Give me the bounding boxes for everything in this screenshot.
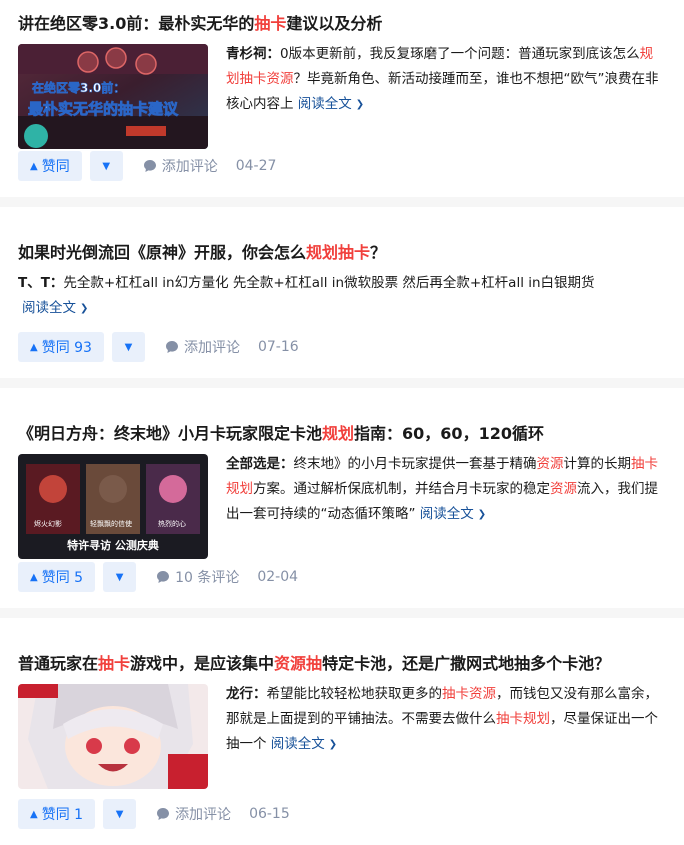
comment-button[interactable]: 添加评论 — [143, 156, 218, 176]
thumbnail-text: 热烈的心 — [158, 519, 186, 528]
thumbnail-text: 在绝区零3.0前： — [32, 80, 125, 95]
upvote-icon: ▲ — [30, 808, 38, 820]
result-thumbnail[interactable] — [18, 684, 208, 789]
downvote-icon: ▼ — [115, 808, 124, 820]
result-excerpt[interactable]: T、T：先全款+杠杠all in幻方量化 先全款+杠杠all in微软股票 然后… — [18, 271, 664, 322]
downvote-icon: ▼ — [102, 160, 111, 172]
chevron-down-icon: ❯ — [328, 739, 338, 750]
comment-icon — [165, 341, 178, 353]
downvote-icon: ▼ — [124, 341, 133, 353]
comment-button[interactable]: 添加评论 — [165, 337, 240, 357]
upvote-icon: ▲ — [30, 571, 38, 583]
upvote-button[interactable]: ▲ 赞同 1 — [18, 799, 96, 829]
read-more-link[interactable]: 阅读全文 ❯ — [22, 300, 88, 316]
thumbnail-text: 轻飘飘的信使 — [90, 519, 132, 528]
upvote-button[interactable]: ▲ 赞同 93 — [18, 332, 104, 362]
thumbnail-text: 最朴实无华的抽卡建议 — [28, 100, 179, 118]
author-name: 青杉祠： — [226, 46, 280, 62]
result-card: 讲在绝区零3.0前：最朴实无华的抽卡建议以及分析 在绝区零3.0前： 最朴实无华… — [0, 0, 684, 197]
chevron-down-icon: ❯ — [477, 509, 487, 520]
comment-icon — [157, 808, 170, 820]
thumbnail-text: 特许寻访 公测庆典 — [67, 538, 159, 552]
downvote-button[interactable]: ▼ — [89, 151, 123, 181]
author-name: T、T： — [18, 275, 64, 291]
comment-icon — [157, 571, 170, 583]
result-thumbnail[interactable]: 在绝区零3.0前： 最朴实无华的抽卡建议 — [18, 44, 208, 149]
comment-button[interactable]: 10 条评论 — [156, 567, 239, 587]
result-title[interactable]: 如果时光倒流回《原神》开服，你会怎么规划抽卡？ — [18, 241, 664, 265]
search-results-feed: 讲在绝区零3.0前：最朴实无华的抽卡建议以及分析 在绝区零3.0前： 最朴实无华… — [0, 0, 684, 845]
post-date: 07-16 — [257, 339, 299, 355]
downvote-button[interactable]: ▼ — [111, 332, 145, 362]
post-date: 02-04 — [257, 569, 299, 585]
read-more-link[interactable]: 阅读全文 ❯ — [420, 506, 486, 522]
post-date: 06-15 — [249, 806, 290, 822]
downvote-icon: ▼ — [115, 571, 124, 583]
result-excerpt[interactable]: 青杉祠：0版本更新前，我反复琢磨了一个问题：普通玩家到底该怎么规划抽卡资源？毕竟… — [226, 42, 664, 149]
post-date: 04-27 — [235, 158, 277, 174]
result-title[interactable]: 讲在绝区零3.0前：最朴实无华的抽卡建议以及分析 — [18, 12, 664, 36]
comment-icon — [143, 160, 156, 172]
author-name: 龙行： — [226, 686, 267, 702]
thumbnail-text: 烬火幻影 — [34, 519, 62, 528]
result-thumbnail[interactable]: 烬火幻影 轻飘飘的信使 热烈的心 特许寻访 公测庆典 — [18, 454, 208, 559]
read-more-link[interactable]: 阅读全文 ❯ — [298, 96, 364, 112]
upvote-button[interactable]: ▲ 赞同 — [18, 151, 82, 181]
upvote-icon: ▲ — [30, 160, 38, 172]
result-card: 普通玩家在抽卡游戏中，是应该集中资源抽特定卡池，还是广撒网式地抽多个卡池？ 龙行… — [0, 618, 684, 845]
result-card: 如果时光倒流回《原神》开服，你会怎么规划抽卡？ T、T：先全款+杠杠all in… — [0, 207, 684, 378]
author-name: 全部选是： — [226, 456, 294, 472]
result-title[interactable]: 《明日方舟：终末地》小月卡玩家限定卡池规划指南：60，60，120循环 — [18, 422, 664, 446]
result-card: 《明日方舟：终末地》小月卡玩家限定卡池规划指南：60，60，120循环 烬火幻影… — [0, 388, 684, 608]
read-more-link[interactable]: 阅读全文 ❯ — [271, 736, 337, 752]
downvote-button[interactable]: ▼ — [103, 799, 137, 829]
chevron-down-icon: ❯ — [355, 99, 365, 110]
upvote-icon: ▲ — [30, 341, 38, 353]
chevron-down-icon: ❯ — [80, 303, 89, 314]
comment-button[interactable]: 添加评论 — [156, 804, 231, 824]
upvote-button[interactable]: ▲ 赞同 5 — [18, 562, 96, 592]
downvote-button[interactable]: ▼ — [103, 562, 137, 592]
result-title[interactable]: 普通玩家在抽卡游戏中，是应该集中资源抽特定卡池，还是广撒网式地抽多个卡池？ — [18, 652, 664, 676]
result-excerpt[interactable]: 全部选是：终末地》的小月卡玩家提供一套基于精确资源计算的长期抽卡规划方案。通过解… — [226, 452, 664, 559]
result-excerpt[interactable]: 龙行：希望能比较轻松地获取更多的抽卡资源，而钱包又没有那么富余，那就是上面提到的… — [226, 682, 664, 789]
